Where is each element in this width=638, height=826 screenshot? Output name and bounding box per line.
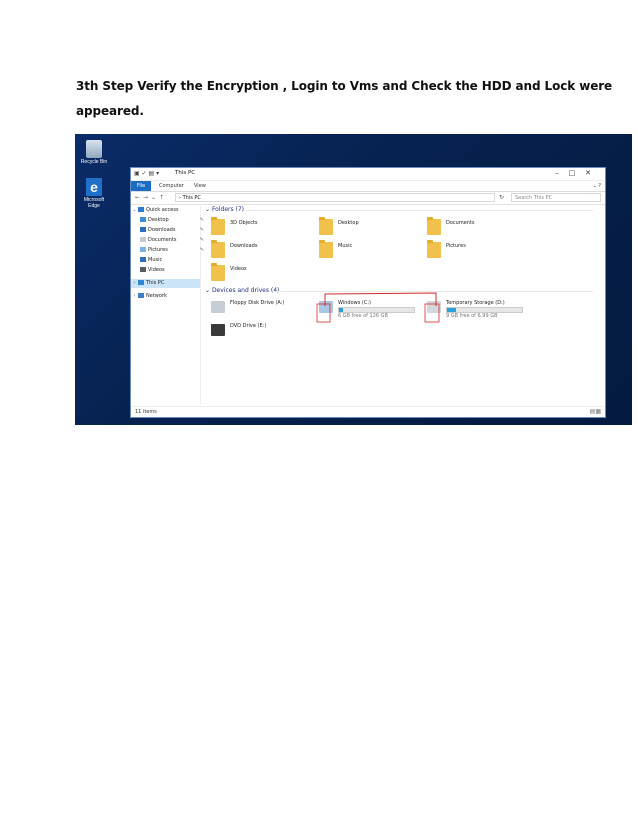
usage-bar-fill xyxy=(447,308,456,312)
folder-item[interactable]: 3D Objects xyxy=(211,217,311,238)
sidebar-item-videos[interactable]: Videos xyxy=(131,266,209,275)
step-heading-line-1: 3th Step Verify the Encryption , Login t… xyxy=(76,79,613,93)
folder-item[interactable]: Pictures xyxy=(427,240,527,261)
video-icon xyxy=(140,267,146,272)
tab-file[interactable]: File xyxy=(131,181,151,191)
sidebar-item-network[interactable]: › Network xyxy=(131,292,200,301)
locked-drive-icon xyxy=(427,301,441,313)
view-toggle-icon[interactable]: ▤▦ xyxy=(590,408,601,415)
window-controls[interactable]: –□✕ xyxy=(555,169,601,177)
folders-group-header[interactable]: ⌄ Folders (7) xyxy=(205,206,244,213)
sidebar-item-this-pc[interactable]: › This PC xyxy=(131,279,200,288)
locked-drive-icon xyxy=(319,301,333,313)
divider xyxy=(275,291,593,292)
star-icon xyxy=(138,207,144,212)
folder-item[interactable]: Desktop xyxy=(319,217,419,238)
folder-icon xyxy=(211,217,225,235)
navigation-pane: ⌄ Quick access Desktop ✎ Downloads ✎ Docume… xyxy=(131,204,204,405)
sidebar-item-downloads[interactable]: Downloads ✎ xyxy=(131,226,209,235)
usage-bar-fill xyxy=(339,308,343,312)
divider xyxy=(243,210,593,211)
desktop-icon-edge[interactable]: e Microsoft Edge xyxy=(79,178,109,209)
drive-dvd[interactable]: DVD Drive (E:) xyxy=(211,322,311,344)
drive-d[interactable]: Temporary Storage (D:) 9 GB free of 6.99… xyxy=(427,299,527,321)
tab-view[interactable]: View xyxy=(194,181,206,191)
address-bar[interactable]: › This PC xyxy=(175,193,495,202)
dvd-drive-icon xyxy=(211,324,225,336)
quick-access-toolbar[interactable]: ▣ ✓ ▤ ▾ xyxy=(134,170,159,177)
ribbon-tabs: File Computer View ⌄ ? xyxy=(131,181,605,192)
item-count: 11 items xyxy=(135,409,157,415)
folder-icon xyxy=(211,263,225,281)
folder-icon xyxy=(211,240,225,258)
floppy-drive-icon xyxy=(211,301,225,313)
document-icon xyxy=(140,237,146,242)
search-input[interactable]: Search This PC xyxy=(511,193,601,202)
folder-icon xyxy=(427,217,441,235)
refresh-icon[interactable]: ↻ xyxy=(499,194,504,201)
explorer-window: ▣ ✓ ▤ ▾ This PC –□✕ File Computer View ⌄… xyxy=(130,167,606,418)
drive-c[interactable]: Windows (C:) 6 GB free of 126 GB xyxy=(319,299,419,321)
window-title: This PC xyxy=(175,170,196,176)
sidebar-item-music[interactable]: Music xyxy=(131,256,209,265)
step-heading-line-2: appeared. xyxy=(76,104,144,118)
folder-icon xyxy=(319,240,333,258)
sidebar-item-pictures[interactable]: Pictures ✎ xyxy=(131,246,209,255)
status-bar: 11 items ▤▦ xyxy=(131,406,605,417)
edge-icon: e xyxy=(86,178,102,196)
folder-icon xyxy=(427,240,441,258)
folder-item[interactable]: Music xyxy=(319,240,419,261)
desktop-icon-label: Microsoft Edge xyxy=(83,197,105,209)
folder-item[interactable]: Downloads xyxy=(211,240,311,261)
recycle-bin-icon xyxy=(86,140,102,158)
music-icon xyxy=(140,257,146,262)
ribbon-expand-help-icon[interactable]: ⌄ ? xyxy=(593,181,601,191)
sidebar-item-quick-access[interactable]: ⌄ Quick access xyxy=(131,206,200,215)
desktop-icon xyxy=(140,217,146,222)
content-pane: ⌄ Folders (7) 3D Objects Desktop Documen… xyxy=(201,204,605,405)
drive-floppy[interactable]: Floppy Disk Drive (A:) xyxy=(211,299,311,321)
desktop-icon-recycle-bin[interactable]: Recycle Bin xyxy=(79,140,109,165)
tab-computer[interactable]: Computer xyxy=(159,181,184,191)
download-icon xyxy=(140,227,146,232)
folder-icon xyxy=(319,217,333,235)
devices-group-header[interactable]: ⌄ Devices and drives (4) xyxy=(205,287,279,294)
folder-item[interactable]: Documents xyxy=(427,217,527,238)
network-icon xyxy=(138,293,144,298)
sidebar-item-desktop[interactable]: Desktop ✎ xyxy=(131,216,209,225)
picture-icon xyxy=(140,247,146,252)
desktop-icon-label: Recycle Bin xyxy=(80,159,108,165)
navigation-arrows-icon[interactable]: ←→⌄↑ xyxy=(135,194,167,201)
desktop-screenshot: Recycle Bin e Microsoft Edge ▣ ✓ ▤ ▾ Thi… xyxy=(75,134,632,425)
title-bar: ▣ ✓ ▤ ▾ This PC –□✕ xyxy=(131,168,605,181)
sidebar-item-documents[interactable]: Documents ✎ xyxy=(131,236,209,245)
folder-item[interactable]: Videos xyxy=(211,263,311,284)
address-text: This PC xyxy=(182,195,201,201)
computer-icon xyxy=(138,280,144,285)
